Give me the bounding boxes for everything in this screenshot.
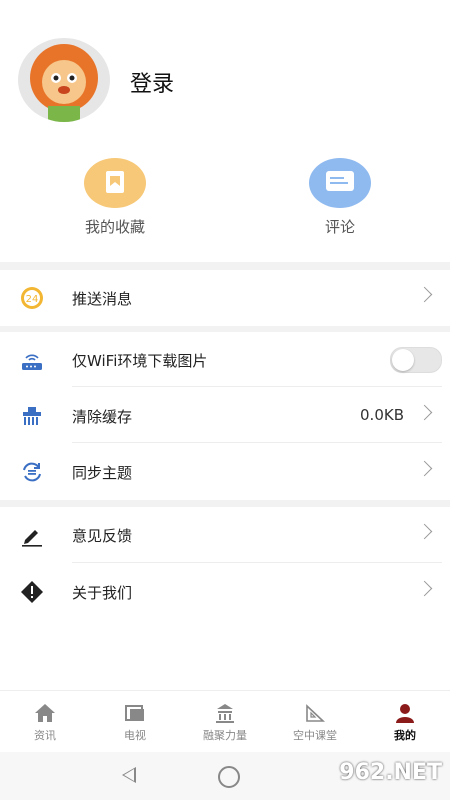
watermark: 962.NET bbox=[339, 760, 442, 785]
tab-label: 电视 bbox=[124, 729, 146, 742]
router-icon bbox=[20, 348, 44, 372]
favorites-label: 我的收藏 bbox=[84, 218, 145, 236]
wifi-only-label: 仅WiFi环境下载图片 bbox=[72, 352, 208, 370]
home-circle-icon[interactable] bbox=[218, 766, 240, 788]
comments-label: 评论 bbox=[324, 218, 355, 236]
back-icon[interactable] bbox=[122, 767, 136, 783]
sync-icon bbox=[20, 460, 44, 484]
quick-actions: 我的收藏 评论 bbox=[0, 150, 450, 262]
clear-cache-row[interactable]: 清除缓存 0.0KB bbox=[0, 388, 450, 444]
chevron-right-icon bbox=[416, 580, 433, 597]
sync-theme-label: 同步主题 bbox=[72, 464, 133, 482]
warning-diamond-icon bbox=[20, 580, 44, 604]
tab-label: 融聚力量 bbox=[203, 729, 247, 742]
comments-button[interactable]: 评论 bbox=[270, 158, 410, 237]
home-icon bbox=[34, 703, 56, 723]
clear-cache-label: 清除缓存 bbox=[72, 408, 133, 426]
tab-classroom[interactable]: 空中课堂 bbox=[270, 697, 360, 743]
cache-size: 0.0KB bbox=[360, 406, 404, 424]
badge-24-icon: 24 bbox=[20, 286, 44, 310]
lion-mascot-icon bbox=[30, 44, 98, 122]
about-row[interactable]: 关于我们 bbox=[0, 564, 450, 620]
temple-icon bbox=[214, 703, 236, 723]
about-label: 关于我们 bbox=[72, 584, 133, 602]
tab-news[interactable]: 资讯 bbox=[0, 697, 90, 743]
section-divider bbox=[0, 262, 450, 270]
tab-tv[interactable]: 电视 bbox=[90, 697, 180, 743]
row-divider bbox=[72, 562, 442, 563]
tab-label: 空中课堂 bbox=[293, 729, 337, 742]
tab-label: 我的 bbox=[394, 729, 416, 742]
chevron-right-icon bbox=[416, 286, 433, 303]
push-messages-label: 推送消息 bbox=[72, 290, 133, 308]
chevron-right-icon bbox=[416, 404, 433, 421]
comment-icon bbox=[309, 158, 371, 208]
broom-icon bbox=[20, 404, 44, 428]
bookmark-icon bbox=[84, 158, 146, 208]
row-divider bbox=[72, 386, 442, 387]
badge-number: 24 bbox=[26, 294, 39, 305]
sync-theme-row[interactable]: 同步主题 bbox=[0, 444, 450, 500]
avatar[interactable] bbox=[18, 38, 110, 122]
section-divider bbox=[0, 500, 450, 507]
tab-strength[interactable]: 融聚力量 bbox=[180, 697, 270, 743]
system-nav-bar: 962.NET bbox=[0, 752, 450, 800]
ruler-icon bbox=[304, 703, 326, 723]
wifi-only-toggle[interactable] bbox=[390, 347, 442, 373]
person-icon bbox=[394, 703, 416, 723]
toggle-knob bbox=[392, 349, 414, 371]
profile-header: 登录 bbox=[0, 0, 450, 150]
push-messages-row[interactable]: 24 推送消息 bbox=[0, 270, 450, 326]
wifi-only-row: 仅WiFi环境下载图片 bbox=[0, 332, 450, 388]
login-link[interactable]: 登录 bbox=[130, 66, 174, 98]
chevron-right-icon bbox=[416, 460, 433, 477]
feedback-row[interactable]: 意见反馈 bbox=[0, 507, 450, 563]
feedback-label: 意见反馈 bbox=[72, 527, 133, 545]
bottom-tab-bar: 资讯 电视 融聚力量 空中课堂 我的 bbox=[0, 690, 450, 753]
favorites-button[interactable]: 我的收藏 bbox=[45, 158, 185, 237]
tab-mine[interactable]: 我的 bbox=[360, 697, 450, 743]
tab-label: 资讯 bbox=[34, 729, 56, 742]
row-divider bbox=[72, 442, 442, 443]
pencil-icon bbox=[20, 523, 44, 547]
chevron-right-icon bbox=[416, 523, 433, 540]
tv-icon bbox=[124, 703, 146, 723]
